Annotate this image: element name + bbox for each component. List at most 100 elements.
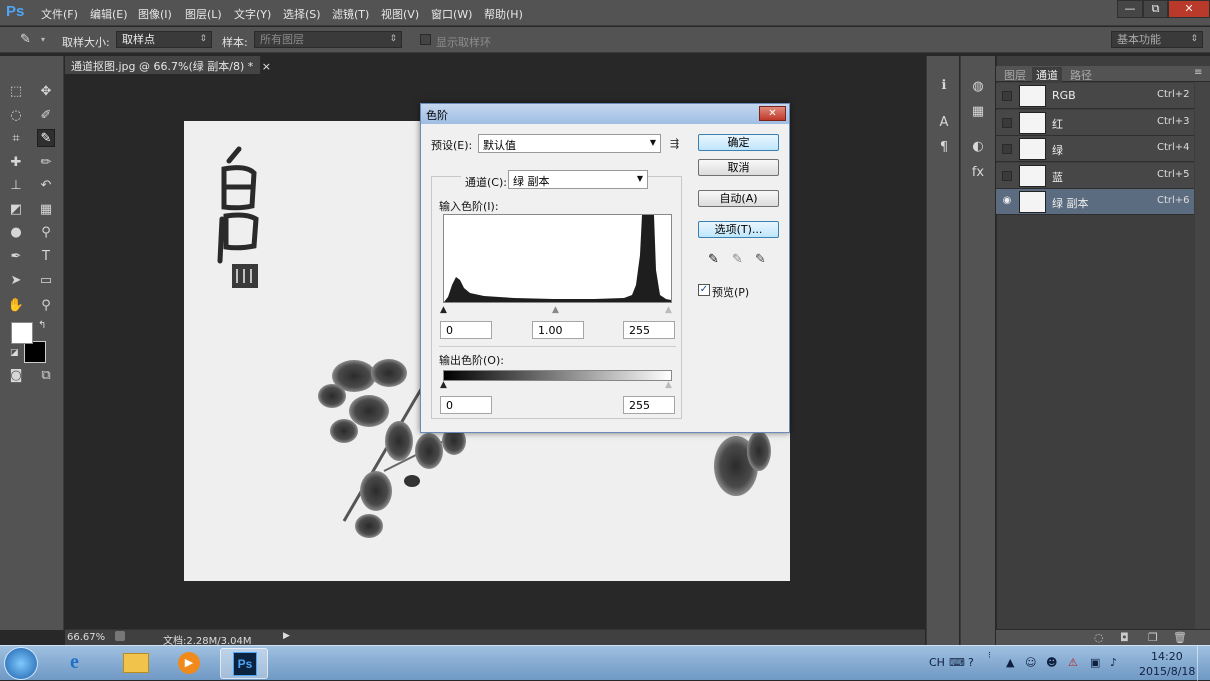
menu-image[interactable]: 图像(I) [138,6,172,22]
stamp-tool-icon[interactable]: ⊥ [7,177,25,195]
volume-icon[interactable]: ♪ [1110,656,1117,669]
taskbar-explorer[interactable] [112,648,160,679]
dialog-close-button[interactable]: ✕ [759,106,786,121]
eye-icon[interactable]: ◉ [1002,196,1012,207]
output-black-field[interactable]: 0 [440,396,492,414]
foreground-color-swatch[interactable] [11,322,33,344]
color-panel-icon[interactable]: ◍ [968,77,988,97]
input-gamma-field[interactable]: 1.00 [532,321,584,339]
swap-colors-icon[interactable]: ↰ [38,320,46,331]
preset-options-icon[interactable]: ⇶ [670,137,679,150]
load-selection-icon[interactable]: ◌ [1094,631,1104,644]
clock-date[interactable]: 2015/8/18 [1139,665,1195,678]
user-icon[interactable]: ☺ [1025,656,1036,669]
crop-tool-icon[interactable]: ⌗ [7,130,25,148]
channel-row-blue[interactable]: 蓝 Ctrl+5 [996,163,1194,189]
eyedropper-icon[interactable]: ✎ [20,32,31,47]
sample-select[interactable]: 所有图层 ⇕ [254,31,402,48]
start-button[interactable] [4,647,38,680]
menu-view[interactable]: 视图(V) [381,6,419,22]
brush-tool-icon[interactable]: ✏ [37,154,55,172]
output-white-field[interactable]: 255 [623,396,675,414]
path-select-tool-icon[interactable]: ➤ [7,272,25,290]
visibility-toggle[interactable] [1002,118,1012,128]
close-tab-icon[interactable]: × [262,60,271,73]
type-tool-icon[interactable]: T [37,248,55,266]
tab-layers[interactable]: 图层 [1000,67,1030,83]
lasso-tool-icon[interactable]: ◌ [7,107,25,125]
blur-tool-icon[interactable]: ● [7,224,25,242]
default-colors-icon[interactable]: ◪ [10,348,19,358]
output-black-slider[interactable]: ▲ [440,380,447,390]
gradient-tool-icon[interactable]: ▦ [37,201,55,219]
input-gamma-slider[interactable]: ▲ [552,305,559,315]
keyboard-icon[interactable]: ⌨ [949,656,965,669]
visibility-toggle[interactable] [1002,91,1012,101]
panel-menu-icon[interactable]: ≡ [1194,67,1202,78]
quick-select-tool-icon[interactable]: ✐ [37,107,55,125]
history-brush-tool-icon[interactable]: ↶ [37,177,55,195]
close-button[interactable]: ✕ [1168,0,1210,18]
status-arrow-icon[interactable]: ▶ [283,631,290,641]
auto-button[interactable]: 自动(A) [698,190,779,207]
screen-mode-icon[interactable]: ⧉ [37,367,55,385]
input-black-field[interactable]: 0 [440,321,492,339]
hand-tool-icon[interactable]: ✋ [7,297,25,315]
channel-select[interactable]: 绿 副本 ▼ [508,170,648,189]
preview-checkbox[interactable]: ✓ [698,284,710,296]
taskbar-media-player[interactable]: ▶ [166,648,214,679]
preset-select[interactable]: 默认值 ▼ [478,134,661,153]
menu-filter[interactable]: 滤镜(T) [332,6,369,22]
minimize-button[interactable]: — [1117,0,1143,18]
menu-layer[interactable]: 图层(L) [185,6,222,22]
channel-row-green[interactable]: 绿 Ctrl+4 [996,136,1194,162]
dodge-tool-icon[interactable]: ⚲ [37,224,55,242]
white-point-eyedropper-icon[interactable]: ✎ [755,252,766,267]
menu-file[interactable]: 文件(F) [41,6,78,22]
shape-tool-icon[interactable]: ▭ [37,272,55,290]
taskbar-ie[interactable]: e [58,648,106,679]
delete-channel-icon[interactable]: 🗑 [1173,631,1187,644]
zoom-level[interactable]: 66.67% [67,632,105,643]
new-channel-icon[interactable]: ❐ [1148,631,1158,644]
panel-scrollbar[interactable] [1195,82,1210,629]
info-panel-icon[interactable]: ℹ [934,76,954,96]
tab-paths[interactable]: 路径 [1066,67,1096,83]
qq-icon[interactable]: ☻ [1046,656,1057,669]
cancel-button[interactable]: 取消 [698,159,779,176]
menu-select[interactable]: 选择(S) [283,6,321,22]
save-selection-icon[interactable]: ◘ [1120,631,1129,644]
channel-row-red[interactable]: 红 Ctrl+3 [996,110,1194,136]
tab-channels[interactable]: 通道 [1032,67,1062,83]
input-language[interactable]: CH [929,656,945,669]
swatches-panel-icon[interactable]: ▦ [968,102,988,122]
output-white-slider[interactable]: ▲ [665,380,672,390]
eraser-tool-icon[interactable]: ◩ [7,201,25,219]
quick-mask-icon[interactable]: ◙ [7,367,25,385]
character-panel-icon[interactable]: A [934,113,954,133]
channel-row-rgb[interactable]: RGB Ctrl+2 [996,83,1194,109]
styles-panel-icon[interactable]: fx [968,163,988,183]
adjustments-panel-icon[interactable]: ◐ [968,137,988,157]
input-white-field[interactable]: 255 [623,321,675,339]
sample-size-select[interactable]: 取样点 ⇕ [116,31,212,48]
gray-point-eyedropper-icon[interactable]: ✎ [732,252,743,267]
eyedropper-tool-icon[interactable]: ✎ [37,129,55,147]
taskbar-photoshop[interactable]: Ps [220,648,268,679]
black-point-eyedropper-icon[interactable]: ✎ [708,252,719,267]
paragraph-panel-icon[interactable]: ¶ [934,138,954,158]
menu-type[interactable]: 文字(Y) [234,6,271,22]
visibility-toggle[interactable] [1002,171,1012,181]
workspace-select[interactable]: 基本功能 ⇕ [1111,31,1203,48]
options-button[interactable]: 选项(T)... [698,221,779,238]
show-ring-checkbox[interactable] [420,34,431,45]
visibility-toggle[interactable] [1002,144,1012,154]
healing-brush-tool-icon[interactable]: ✚ [7,154,25,172]
tool-preset-caret-icon[interactable]: ▾ [41,35,45,44]
clock-time[interactable]: 14:20 [1151,650,1183,663]
network-icon[interactable]: ▣ [1090,656,1100,669]
ime-options-icon[interactable]: ⁝ [988,651,991,661]
document-tab[interactable]: 通道抠图.jpg @ 66.7%(绿 副本/8) * × [65,56,271,74]
show-desktop-button[interactable] [1197,646,1210,681]
marquee-tool-icon[interactable]: ⬚ [7,83,25,101]
